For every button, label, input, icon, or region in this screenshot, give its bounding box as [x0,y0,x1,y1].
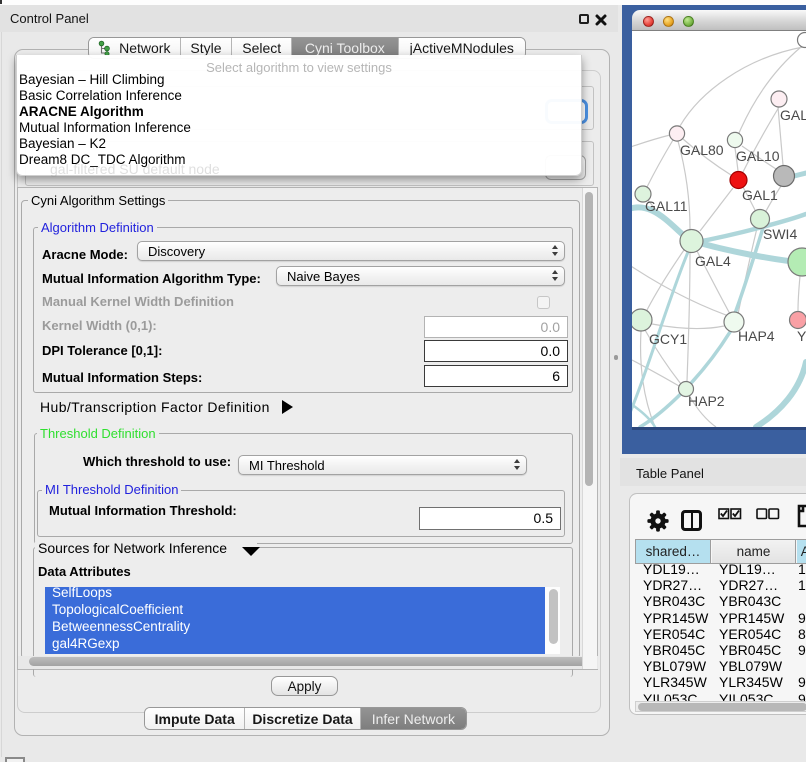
svg-text:GCY1: GCY1 [649,331,687,347]
svg-text:SWI4: SWI4 [763,226,797,242]
svg-text:GAL1: GAL1 [742,187,778,203]
svg-text:GAL4: GAL4 [695,253,731,269]
svg-text:Y: Y [797,328,806,344]
svg-text:GAL80: GAL80 [680,142,724,158]
svg-text:GAL10: GAL10 [736,148,780,164]
svg-text:GAL11: GAL11 [645,198,688,214]
svg-text:HAP2: HAP2 [688,393,725,409]
svg-text:GAL2: GAL2 [780,107,806,123]
svg-text:HAP4: HAP4 [738,328,775,344]
